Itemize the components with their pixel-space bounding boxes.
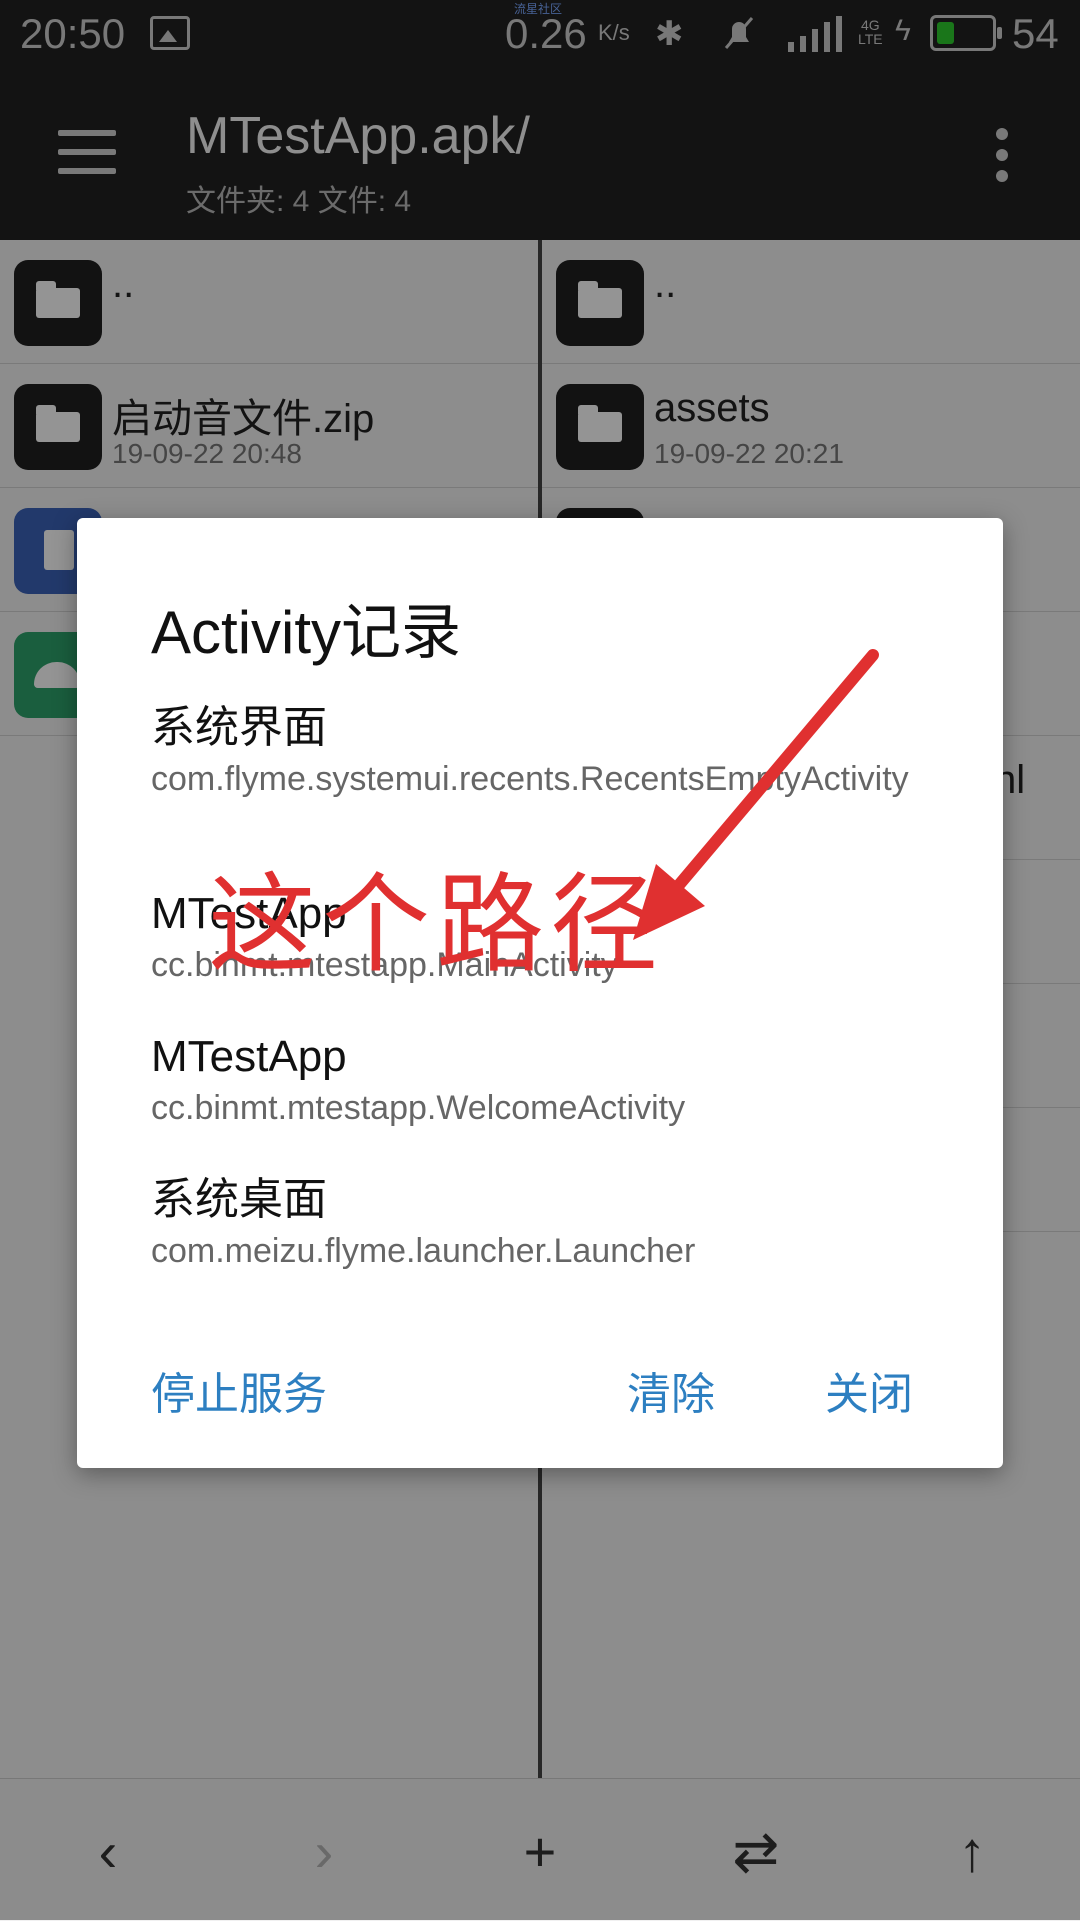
activity-entry[interactable]: 系统桌面 com.meizu.flyme.launcher.Launcher — [151, 1174, 941, 1272]
close-button[interactable]: 关闭 — [825, 1358, 913, 1422]
annotation-label: 这个路径 — [208, 863, 665, 988]
entry-activity-path: com.meizu.flyme.launcher.Launcher — [151, 1232, 696, 1270]
entry-app-name: 系统桌面 — [151, 1175, 327, 1224]
stop-service-button[interactable]: 停止服务 — [151, 1358, 327, 1422]
activity-entry[interactable]: 系统界面 com.flyme.systemui.recents.RecentsE… — [151, 702, 941, 800]
entry-activity-path: cc.binmt.mtestapp.WelcomeActivity — [151, 1089, 686, 1127]
activity-entry[interactable]: MTestApp cc.binmt.mtestapp.WelcomeActivi… — [151, 1031, 941, 1129]
entry-activity-path: com.flyme.systemui.recents.RecentsEmptyA… — [151, 760, 909, 798]
entry-app-name: MTestApp — [151, 1032, 347, 1081]
dialog-title: Activity记录 — [151, 599, 462, 666]
entry-app-name: 系统界面 — [151, 703, 327, 752]
clear-button[interactable]: 清除 — [627, 1358, 715, 1422]
